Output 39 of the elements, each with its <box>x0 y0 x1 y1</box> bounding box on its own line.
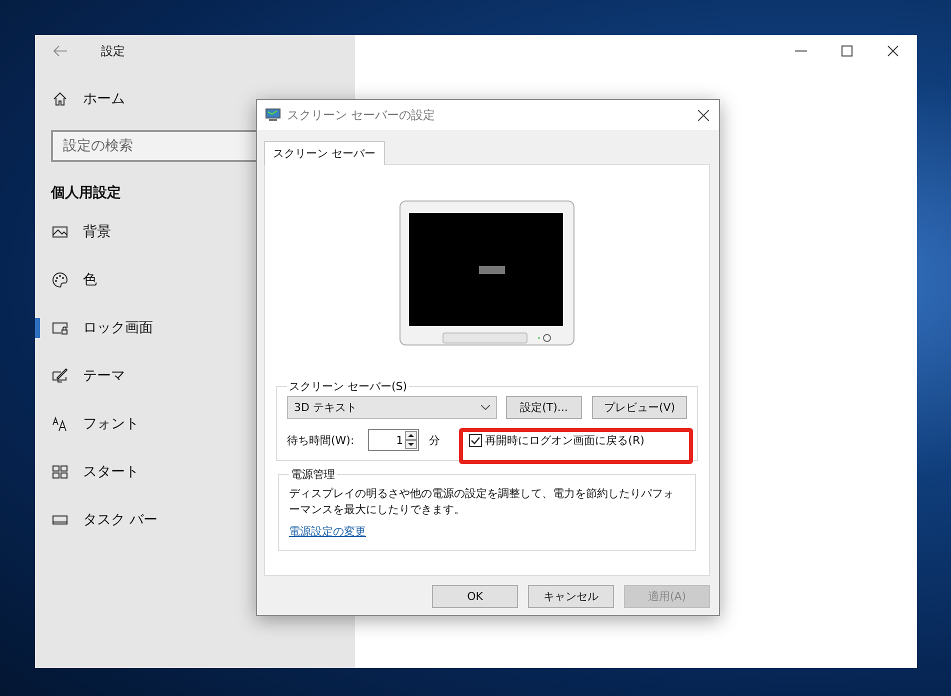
back-arrow-icon[interactable] <box>53 45 67 57</box>
power-description: ディスプレイの明るさや他の電源の設定を調整して、電力を節約したりパフォーマンスを最大にしたりできます。 <box>289 486 675 518</box>
monitor-icon <box>265 108 281 122</box>
sidebar-item[interactable]: スタート <box>35 448 139 496</box>
section-heading: 個人用設定 <box>51 184 121 202</box>
sidebar-item[interactable]: 色 <box>35 256 97 304</box>
preview-button[interactable]: プレビュー(V) <box>592 396 687 419</box>
home-icon <box>52 91 68 107</box>
brush-monitor-icon <box>52 368 68 384</box>
power-settings-link[interactable]: 電源設定の変更 <box>289 524 366 539</box>
chevron-down-icon <box>481 405 490 410</box>
maximize-icon[interactable] <box>841 45 853 57</box>
minutes-label: 分 <box>429 432 440 448</box>
window-title: 設定 <box>101 42 125 60</box>
home-nav-item[interactable]: ホーム <box>35 83 125 115</box>
settings-button[interactable]: 設定(T)... <box>506 396 582 419</box>
sidebar-item[interactable]: テーマ <box>35 352 125 400</box>
start-tiles-icon <box>52 464 68 480</box>
lock-screen-icon <box>52 320 68 336</box>
tab[interactable]: スクリーン セーバー <box>264 141 384 165</box>
palette-icon <box>52 272 68 288</box>
sidebar-item[interactable]: 背景 <box>35 208 111 256</box>
wait-label: 待ち時間(W): <box>287 432 354 448</box>
picture-icon <box>52 224 68 240</box>
logon-checkbox[interactable]: 再開時にログオン画面に戻る(R) <box>469 432 644 448</box>
group-label: 電源管理 <box>290 467 336 482</box>
close-icon[interactable] <box>887 45 899 57</box>
screensaver-dropdown[interactable]: 3D テキスト <box>287 396 497 419</box>
dialog-button[interactable]: キャンセル <box>528 585 614 608</box>
dialog-title: スクリーン セーバーの設定 <box>287 106 435 124</box>
group-label: スクリーン セーバー(S) <box>288 379 408 394</box>
spin-arrows-icon <box>405 431 418 449</box>
sidebar-item[interactable]: フォント <box>35 400 139 448</box>
font-icon <box>52 416 68 432</box>
sidebar-item[interactable]: ロック画面 <box>35 304 153 352</box>
dialog-button[interactable]: OK <box>432 585 518 608</box>
close-icon[interactable] <box>698 110 709 120</box>
wait-spinner[interactable]: 1 <box>368 429 420 451</box>
sidebar-item[interactable]: タスク バー <box>35 496 158 544</box>
